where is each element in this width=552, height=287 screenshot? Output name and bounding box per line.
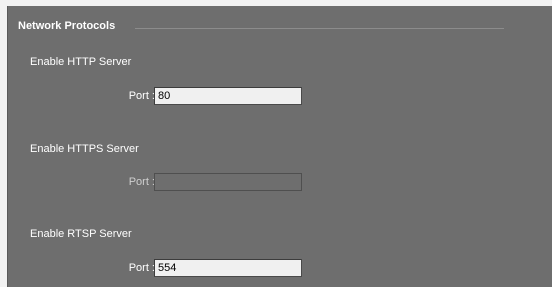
section-title: Network Protocols <box>18 20 116 32</box>
http-port-label: Port : <box>128 90 155 102</box>
http-port-input[interactable] <box>154 87 302 105</box>
left-border <box>0 6 7 287</box>
rtsp-port-input[interactable] <box>154 259 302 277</box>
section-divider <box>135 28 504 29</box>
network-protocols-group: Network Protocols Enable HTTP Server Por… <box>8 6 552 287</box>
https-server-label: Enable HTTPS Server <box>30 143 139 155</box>
https-port-input[interactable] <box>154 173 302 191</box>
rtsp-server-label: Enable RTSP Server <box>30 228 132 240</box>
network-protocols-panel: Network Protocols Enable HTTP Server Por… <box>0 0 552 287</box>
http-server-label: Enable HTTP Server <box>30 56 132 68</box>
rtsp-port-label: Port : <box>128 262 155 274</box>
https-port-label: Port : <box>128 176 155 188</box>
